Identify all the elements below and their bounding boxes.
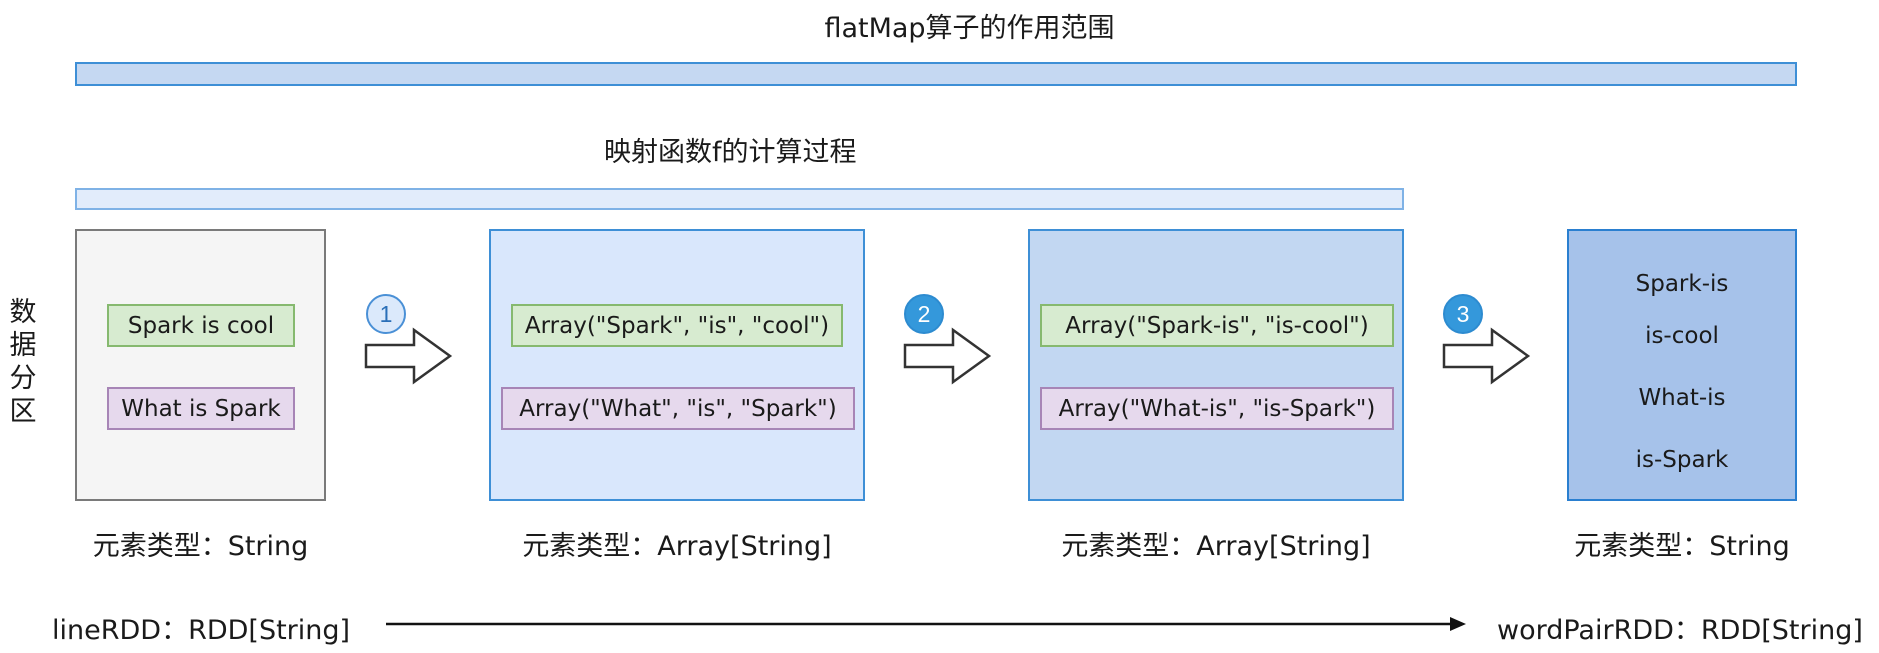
source-rdd-label: lineRDD：RDD[String]	[52, 615, 351, 646]
side-char: 数	[9, 297, 37, 328]
side-char: 分	[9, 363, 37, 394]
side-char: 区	[9, 396, 37, 427]
step-1-arrow-icon	[364, 327, 453, 385]
element-chip: Array("Spark", "is", "cool")	[511, 304, 843, 347]
element-chip: Array("Spark-is", "is-cool")	[1040, 304, 1394, 347]
side-char: 据	[9, 330, 37, 361]
partition-panel-3: Array("Spark-is", "is-cool") Array("What…	[1028, 229, 1404, 501]
partition-panel-4: Spark-is is-cool What-is is-Spark	[1567, 229, 1797, 501]
element-type-label: 元素类型：Array[String]	[1061, 531, 1371, 562]
rdd-transform-arrow-icon	[386, 617, 1466, 631]
word-pair: is-Spark	[1635, 447, 1729, 473]
element-chip: Array("What-is", "is-Spark")	[1040, 387, 1394, 430]
partition-panel-2: Array("Spark", "is", "cool") Array("What…	[489, 229, 865, 501]
word-pair: What-is	[1638, 385, 1726, 411]
flatmap-scope-title: flatMap算子的作用范围	[824, 13, 1115, 44]
element-type-label: 元素类型：String	[1574, 531, 1790, 562]
element-type-label: 元素类型：Array[String]	[522, 531, 832, 562]
element-chip: Spark is cool	[107, 304, 295, 347]
partition-panel-1: Spark is cool What is Spark	[75, 229, 326, 501]
flatmap-scope-bar	[75, 62, 1797, 86]
step-2-arrow-icon	[903, 327, 992, 385]
word-pair: is-cool	[1645, 323, 1719, 349]
element-type-label: 元素类型：String	[92, 531, 309, 562]
word-pair: Spark-is	[1635, 271, 1729, 297]
step-3-arrow-icon	[1442, 327, 1531, 385]
flatmap-diagram: flatMap算子的作用范围 映射函数f的计算过程 数 据 分 区 Spark …	[0, 0, 1879, 653]
target-rdd-label: wordPairRDD：RDD[String]	[1497, 615, 1863, 646]
element-chip: What is Spark	[107, 387, 295, 430]
mapping-function-title: 映射函数f的计算过程	[604, 137, 857, 168]
data-partition-label: 数 据 分 区	[8, 296, 38, 428]
mapping-function-bar	[75, 188, 1404, 210]
element-chip: Array("What", "is", "Spark")	[501, 387, 855, 430]
